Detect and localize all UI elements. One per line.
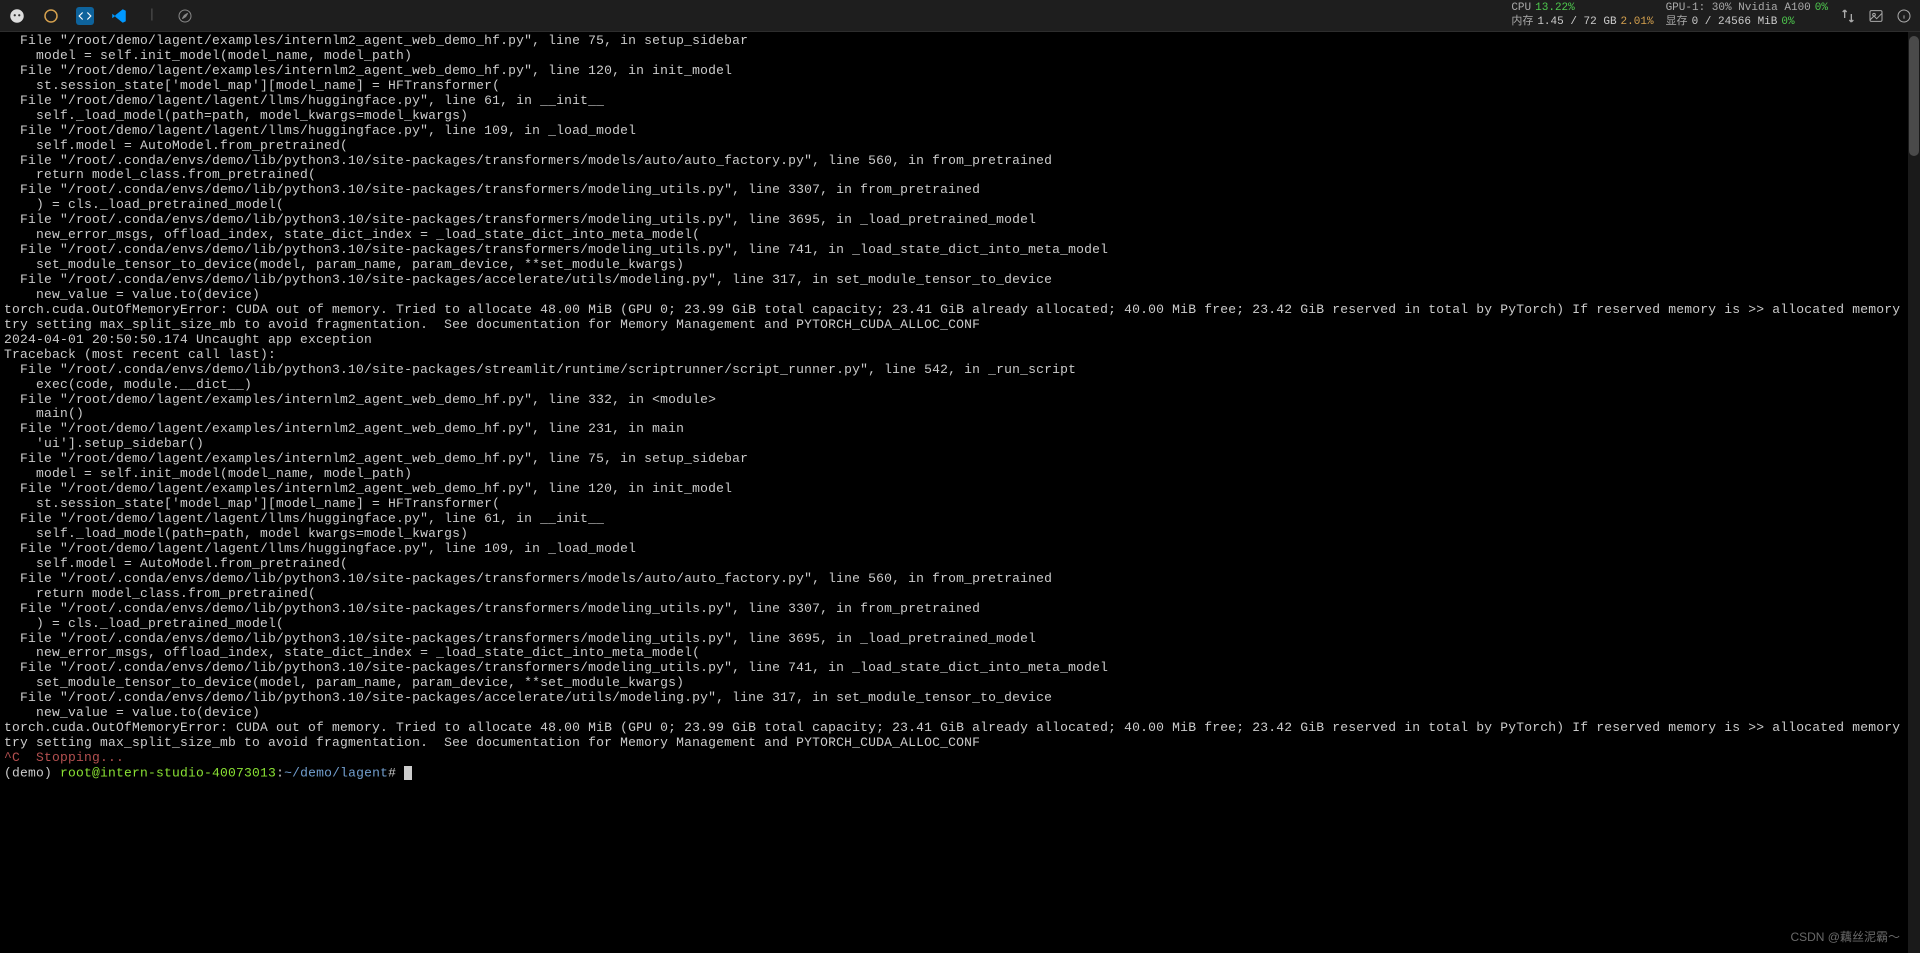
info-icon[interactable]: [1896, 8, 1912, 24]
mem-label: 内存: [1511, 16, 1533, 29]
terminal-line: File "/root/.conda/envs/demo/lib/python3…: [4, 363, 1916, 378]
vscode-icon[interactable]: [110, 7, 128, 25]
terminal-line: main(): [4, 407, 1916, 422]
terminal-line: File "/root/demo/lagent/lagent/llms/hugg…: [4, 542, 1916, 557]
terminal-line: try setting max_split_size_mb to avoid f…: [4, 736, 1916, 751]
topbar: | CPU 13.22% 内存 1.45 / 72 GB 2.01% GPU-1…: [0, 0, 1920, 32]
terminal[interactable]: File "/root/demo/lagent/examples/internl…: [0, 32, 1920, 953]
vram-value: 0 / 24566 MiB: [1692, 16, 1778, 29]
terminal-line: File "/root/.conda/envs/demo/lib/python3…: [4, 183, 1916, 198]
ring-icon[interactable]: [42, 7, 60, 25]
prompt-suffix: #: [388, 765, 404, 780]
mem-percent: 2.01%: [1621, 16, 1654, 29]
terminal-line: torch.cuda.OutOfMemoryError: CUDA out of…: [4, 721, 1916, 736]
cat-icon[interactable]: [8, 7, 26, 25]
terminal-output: File "/root/demo/lagent/examples/internl…: [4, 34, 1916, 751]
cpu-mem-stats: CPU 13.22% 内存 1.45 / 72 GB 2.01%: [1511, 2, 1653, 28]
vram-label: 显存: [1666, 16, 1688, 29]
terminal-line: self.model = AutoModel.from_pretrained(: [4, 139, 1916, 154]
terminal-line: st.session_state['model_map'][model_name…: [4, 79, 1916, 94]
prompt-user: root@intern-studio-40073013: [60, 765, 276, 780]
stopping-line: ^C Stopping...: [4, 751, 1916, 766]
gpu-label: GPU-1: 30% Nvidia A100: [1666, 2, 1811, 15]
divider: |: [148, 8, 156, 23]
terminal-line: st.session_state['model_map'][model_name…: [4, 497, 1916, 512]
watermark: CSDN @藕丝泥霸～: [1790, 931, 1900, 945]
terminal-line: File "/root/demo/lagent/examples/internl…: [4, 482, 1916, 497]
topbar-right: CPU 13.22% 内存 1.45 / 72 GB 2.01% GPU-1: …: [1511, 2, 1912, 28]
prompt-line[interactable]: (demo) root@intern-studio-40073013:~/dem…: [4, 766, 1916, 781]
terminal-line: return model_class.from_pretrained(: [4, 587, 1916, 602]
terminal-line: 2024-04-01 20:50:50.174 Uncaught app exc…: [4, 333, 1916, 348]
picture-icon[interactable]: [1868, 8, 1884, 24]
terminal-line: return model_class.from_pretrained(: [4, 168, 1916, 183]
prompt-path: ~/demo/lagent: [284, 765, 388, 780]
terminal-line: File "/root/demo/lagent/examples/internl…: [4, 34, 1916, 49]
transfer-icon[interactable]: [1840, 8, 1856, 24]
terminal-line: Traceback (most recent call last):: [4, 348, 1916, 363]
cpu-value: 13.22%: [1535, 2, 1575, 15]
vram-percent: 0%: [1781, 16, 1794, 29]
terminal-line: ) = cls._load_pretrained_model(: [4, 617, 1916, 632]
terminal-line: ) = cls._load_pretrained_model(: [4, 198, 1916, 213]
terminal-line: set_module_tensor_to_device(model, param…: [4, 258, 1916, 273]
terminal-line: File "/root/demo/lagent/examples/internl…: [4, 393, 1916, 408]
mem-value: 1.45 / 72 GB: [1537, 16, 1616, 29]
gpu-value: 0%: [1815, 2, 1828, 15]
terminal-line: try setting max_split_size_mb to avoid f…: [4, 318, 1916, 333]
terminal-line: File "/root/.conda/envs/demo/lib/python3…: [4, 273, 1916, 288]
terminal-line: File "/root/.conda/envs/demo/lib/python3…: [4, 572, 1916, 587]
terminal-line: model = self.init_model(model_name, mode…: [4, 49, 1916, 64]
terminal-line: File "/root/.conda/envs/demo/lib/python3…: [4, 632, 1916, 647]
terminal-line: new_value = value.to(device): [4, 706, 1916, 721]
gpu-stats: GPU-1: 30% Nvidia A100 0% 显存 0 / 24566 M…: [1666, 2, 1828, 28]
topbar-left: |: [8, 7, 194, 25]
terminal-line: File "/root/.conda/envs/demo/lib/python3…: [4, 243, 1916, 258]
terminal-line: 'ui'].setup_sidebar(): [4, 437, 1916, 452]
terminal-line: self.model = AutoModel.from_pretrained(: [4, 557, 1916, 572]
terminal-line: File "/root/.conda/envs/demo/lib/python3…: [4, 602, 1916, 617]
terminal-line: new_error_msgs, offload_index, state_dic…: [4, 646, 1916, 661]
terminal-line: torch.cuda.OutOfMemoryError: CUDA out of…: [4, 303, 1916, 318]
terminal-line: set_module_tensor_to_device(model, param…: [4, 676, 1916, 691]
terminal-line: File "/root/.conda/envs/demo/lib/python3…: [4, 213, 1916, 228]
compass-icon[interactable]: [176, 7, 194, 25]
terminal-line: File "/root/demo/lagent/lagent/llms/hugg…: [4, 512, 1916, 527]
terminal-line: File "/root/.conda/envs/demo/lib/python3…: [4, 661, 1916, 676]
scrollbar-track[interactable]: [1908, 32, 1920, 953]
terminal-line: File "/root/demo/lagent/lagent/llms/hugg…: [4, 94, 1916, 109]
terminal-line: File "/root/.conda/envs/demo/lib/python3…: [4, 691, 1916, 706]
prompt-env: (demo): [4, 765, 60, 780]
terminal-line: exec(code, module.__dict__): [4, 378, 1916, 393]
terminal-line: self._load_model(path=path, model kwargs…: [4, 527, 1916, 542]
terminal-line: File "/root/demo/lagent/examples/internl…: [4, 452, 1916, 467]
terminal-line: File "/root/.conda/envs/demo/lib/python3…: [4, 154, 1916, 169]
code-icon[interactable]: [76, 7, 94, 25]
terminal-line: new_error_msgs, offload_index, state_dic…: [4, 228, 1916, 243]
cpu-label: CPU: [1511, 2, 1531, 15]
terminal-line: File "/root/demo/lagent/lagent/llms/hugg…: [4, 124, 1916, 139]
terminal-line: self._load_model(path=path, model_kwargs…: [4, 109, 1916, 124]
cursor: [404, 766, 412, 780]
prompt-colon: :: [276, 765, 284, 780]
scrollbar-thumb[interactable]: [1909, 36, 1919, 156]
terminal-line: model = self.init_model(model_name, mode…: [4, 467, 1916, 482]
terminal-line: File "/root/demo/lagent/examples/internl…: [4, 64, 1916, 79]
terminal-line: File "/root/demo/lagent/examples/internl…: [4, 422, 1916, 437]
terminal-line: new_value = value.to(device): [4, 288, 1916, 303]
